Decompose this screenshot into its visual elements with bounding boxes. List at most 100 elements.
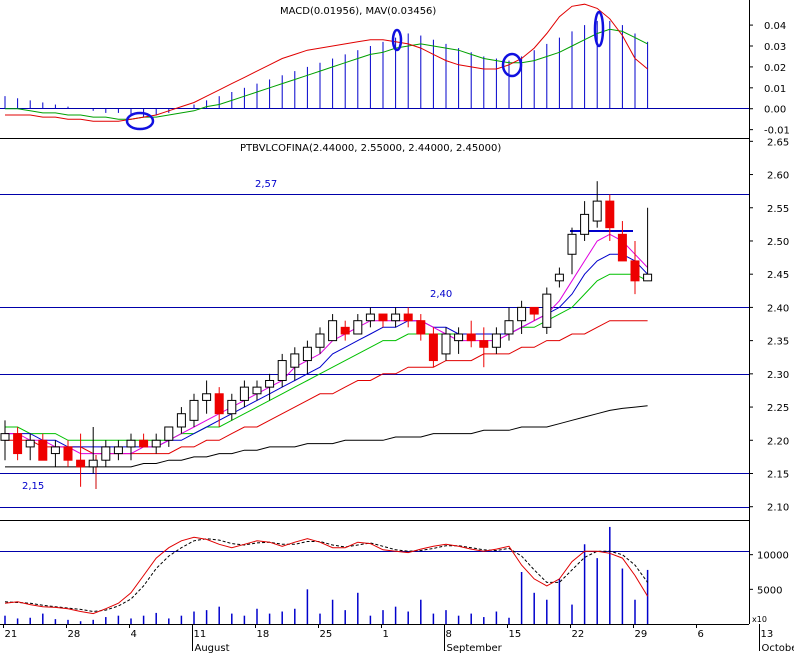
month-label: October [762,643,794,654]
candle-body [50,446,60,455]
candle-body [88,459,98,468]
candle-body [290,353,300,368]
candle-body [227,399,237,415]
candle-body [13,433,23,455]
highlight-circle [593,10,605,48]
price-y-tick-label: 2.35 [767,337,789,348]
volume-panel: 10000 5000 x10 [0,526,789,624]
volume-y-tick-label: 5000 [757,585,782,596]
macd-y-axis: 0.04 0.03 0.02 0.01 0.00 -0.01 [749,21,790,137]
macd-y-tick-label: 0.00 [764,105,786,116]
candle-body [126,439,136,448]
candle-body [0,433,10,441]
candle-body [542,293,552,328]
price-y-tick-label: 2.50 [767,237,789,248]
month-label: August [195,643,230,654]
macd-y-tick-label: 0.01 [764,84,786,95]
macd-line [5,3,648,122]
x-tick-label: 25 [320,629,333,640]
highlight-circle [501,52,523,78]
price-y-tick-label: 2.55 [767,204,789,215]
candle-body [378,313,388,322]
volume-y-tick-label: 10000 [757,551,789,562]
price-y-tick-label: 2.30 [767,370,789,381]
candle-body [202,393,212,401]
candle-body [529,306,539,315]
candle-body [491,333,501,348]
annotation-257: 2,57 [255,179,277,190]
price-y-tick-label: 2.15 [767,469,789,480]
annotation-215: 2,15 [22,481,44,492]
highlight-circle [391,28,403,52]
candle-body [76,459,86,468]
time-axis: 21 28 4 11August18 25 1 8September15 22 29 6 13Oct… [3,624,794,654]
candle-body [164,426,174,441]
highlight-circle [125,111,155,131]
price-y-tick-label: 2.25 [767,403,789,414]
candle-body [365,313,375,322]
ma-blue-line [5,253,648,448]
support-resistance-lines [0,194,749,508]
candle-body [605,200,615,229]
x-tick-label: 18 [257,629,270,640]
macd-y-tick-label: 0.02 [764,63,786,74]
price-y-axis: 2.65 2.60 2.55 2.50 2.45 2.40 2.35 2.30 2.25 2.20… [749,137,789,514]
candle-body [479,340,489,348]
price-y-tick-label: 2.10 [767,503,789,514]
macd-y-tick-label: -0.01 [764,126,790,137]
candle-body [302,346,312,362]
candle-body [592,200,602,222]
candle-body [504,320,514,335]
macd-signal-line [5,28,648,120]
x-tick-label: 22 [572,629,585,640]
candle-body [265,379,275,388]
x-tick-label: 15 [509,629,522,640]
volume-bars [4,526,649,624]
candle-body [189,399,199,421]
candle-body [315,333,325,348]
candle-body [38,439,48,461]
candle-body [340,326,350,335]
candle-body [517,306,527,322]
candle-body [403,313,413,322]
ma-red-line [5,320,648,455]
stochastic-k-line [4,536,649,615]
candle-body [328,320,338,342]
candle-body [441,333,451,355]
x-tick-label: 13 [761,629,774,640]
stochastic-d-line [4,538,649,613]
candle-body [580,213,590,235]
x-tick-label: 8 [446,629,452,640]
x-tick-label: 1 [383,629,389,640]
macd-y-tick-label: 0.03 [764,42,786,53]
stock-chart: MACD(0.01956), MAV(0.03456) 0.04 0.03 0.02… [0,0,794,654]
candle-body [353,320,363,335]
volume-multiplier: x10 [752,615,767,624]
x-tick-label: 4 [131,629,137,640]
candle-body [416,320,426,335]
month-label: September [447,643,503,654]
candle-body [151,439,161,448]
macd-title: MACD(0.01956), MAV(0.03456) [280,6,436,17]
candle-body [630,260,640,282]
candle-body [277,360,287,381]
volume-y-axis: 10000 5000 [749,551,789,596]
candle-body [239,386,249,401]
x-tick-label: 11 [194,629,207,640]
annotation-240: 2,40 [430,289,452,300]
price-y-tick-label: 2.60 [767,171,789,182]
x-tick-label: 29 [635,629,648,640]
price-panel: PTBVLCOFINA(2.44000, 2.55000, 2.44000, 2… [0,137,789,521]
macd-y-tick-label: 0.04 [764,21,786,32]
ma-magenta-line [5,233,648,455]
price-y-tick-label: 2.45 [767,270,789,281]
candle-body [454,333,464,342]
x-tick-label: 6 [698,629,704,640]
candle-body [113,446,123,455]
candle-body [428,333,438,362]
highlight-circles [125,10,605,131]
candlesticks [0,181,653,487]
candle-body [466,333,476,342]
x-tick-label: 21 [5,629,18,640]
candle-body [554,273,564,282]
